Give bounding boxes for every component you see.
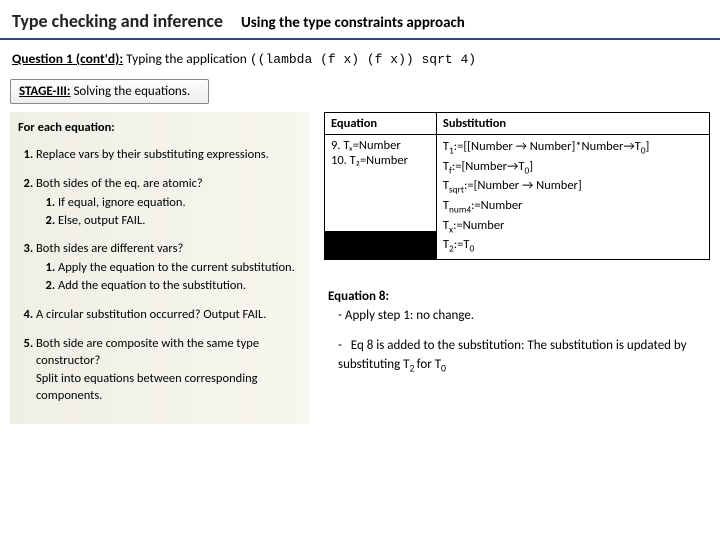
step-2-1: If equal, ignore equation. — [58, 195, 304, 212]
notes-block: Equation 8: - Apply step 1: no change. -… — [324, 288, 710, 376]
question-prefix: Typing the application — [126, 50, 247, 67]
equation-cell: 9. Tₓ=Number 10. T₂=Number — [325, 135, 437, 232]
step-5: Both side are composite with the same ty… — [36, 336, 304, 405]
question-label: Question 1 (cont'd): — [12, 50, 123, 67]
filled-row-1 — [325, 231, 437, 245]
step-4: A circular substitution occurred? Output… — [36, 307, 304, 324]
substitution-cell: T1:=[[Number → Number]*Number→T0] Tf:=[N… — [436, 135, 709, 260]
stage-bar: STAGE-III: Solving the equations. — [10, 79, 209, 104]
slide-title-right: Using the type constraints approach — [241, 14, 465, 32]
step-2: Both sides of the eq. are atomic? If equ… — [36, 176, 304, 230]
step-2-2: Else, output FAIL. — [58, 213, 304, 230]
step-3: Both sides are different vars? Apply the… — [36, 241, 304, 295]
notes-title: Equation 8: — [328, 288, 710, 307]
th-equation: Equation — [325, 113, 437, 135]
slide-header: Type checking and inference Using the ty… — [0, 0, 720, 40]
step-3-2: Add the equation to the substitution. — [58, 278, 304, 295]
notes-line-1: - Apply step 1: no change. — [328, 307, 710, 326]
th-substitution: Substitution — [436, 113, 709, 135]
question-line: Question 1 (cont'd): Typing the applicat… — [0, 40, 720, 75]
for-each-label: For each equation: — [18, 120, 304, 137]
step-3-1: Apply the equation to the current substi… — [58, 260, 304, 277]
stage-label: STAGE-III: — [19, 84, 71, 99]
steps-list: Replace vars by their substituting expre… — [18, 147, 304, 405]
step-1: Replace vars by their substituting expre… — [36, 147, 304, 164]
stage-text: Solving the equations. — [73, 84, 190, 99]
slide-title-left: Type checking and inference — [12, 10, 223, 32]
step-5-note: Split into equations between correspondi… — [36, 371, 304, 405]
notes-line-2: - Eq 8 is added to the substitution: The… — [328, 337, 710, 376]
filled-row-2 — [325, 245, 437, 259]
question-code: ((lambda (f x) (f x)) sqrt 4) — [250, 52, 476, 67]
right-panel: Equation Substitution 9. Tₓ=Number 10. T… — [324, 112, 710, 424]
equation-table: Equation Substitution 9. Tₓ=Number 10. T… — [324, 112, 710, 260]
steps-panel: For each equation: Replace vars by their… — [10, 112, 310, 424]
content-row: For each equation: Replace vars by their… — [0, 112, 720, 424]
